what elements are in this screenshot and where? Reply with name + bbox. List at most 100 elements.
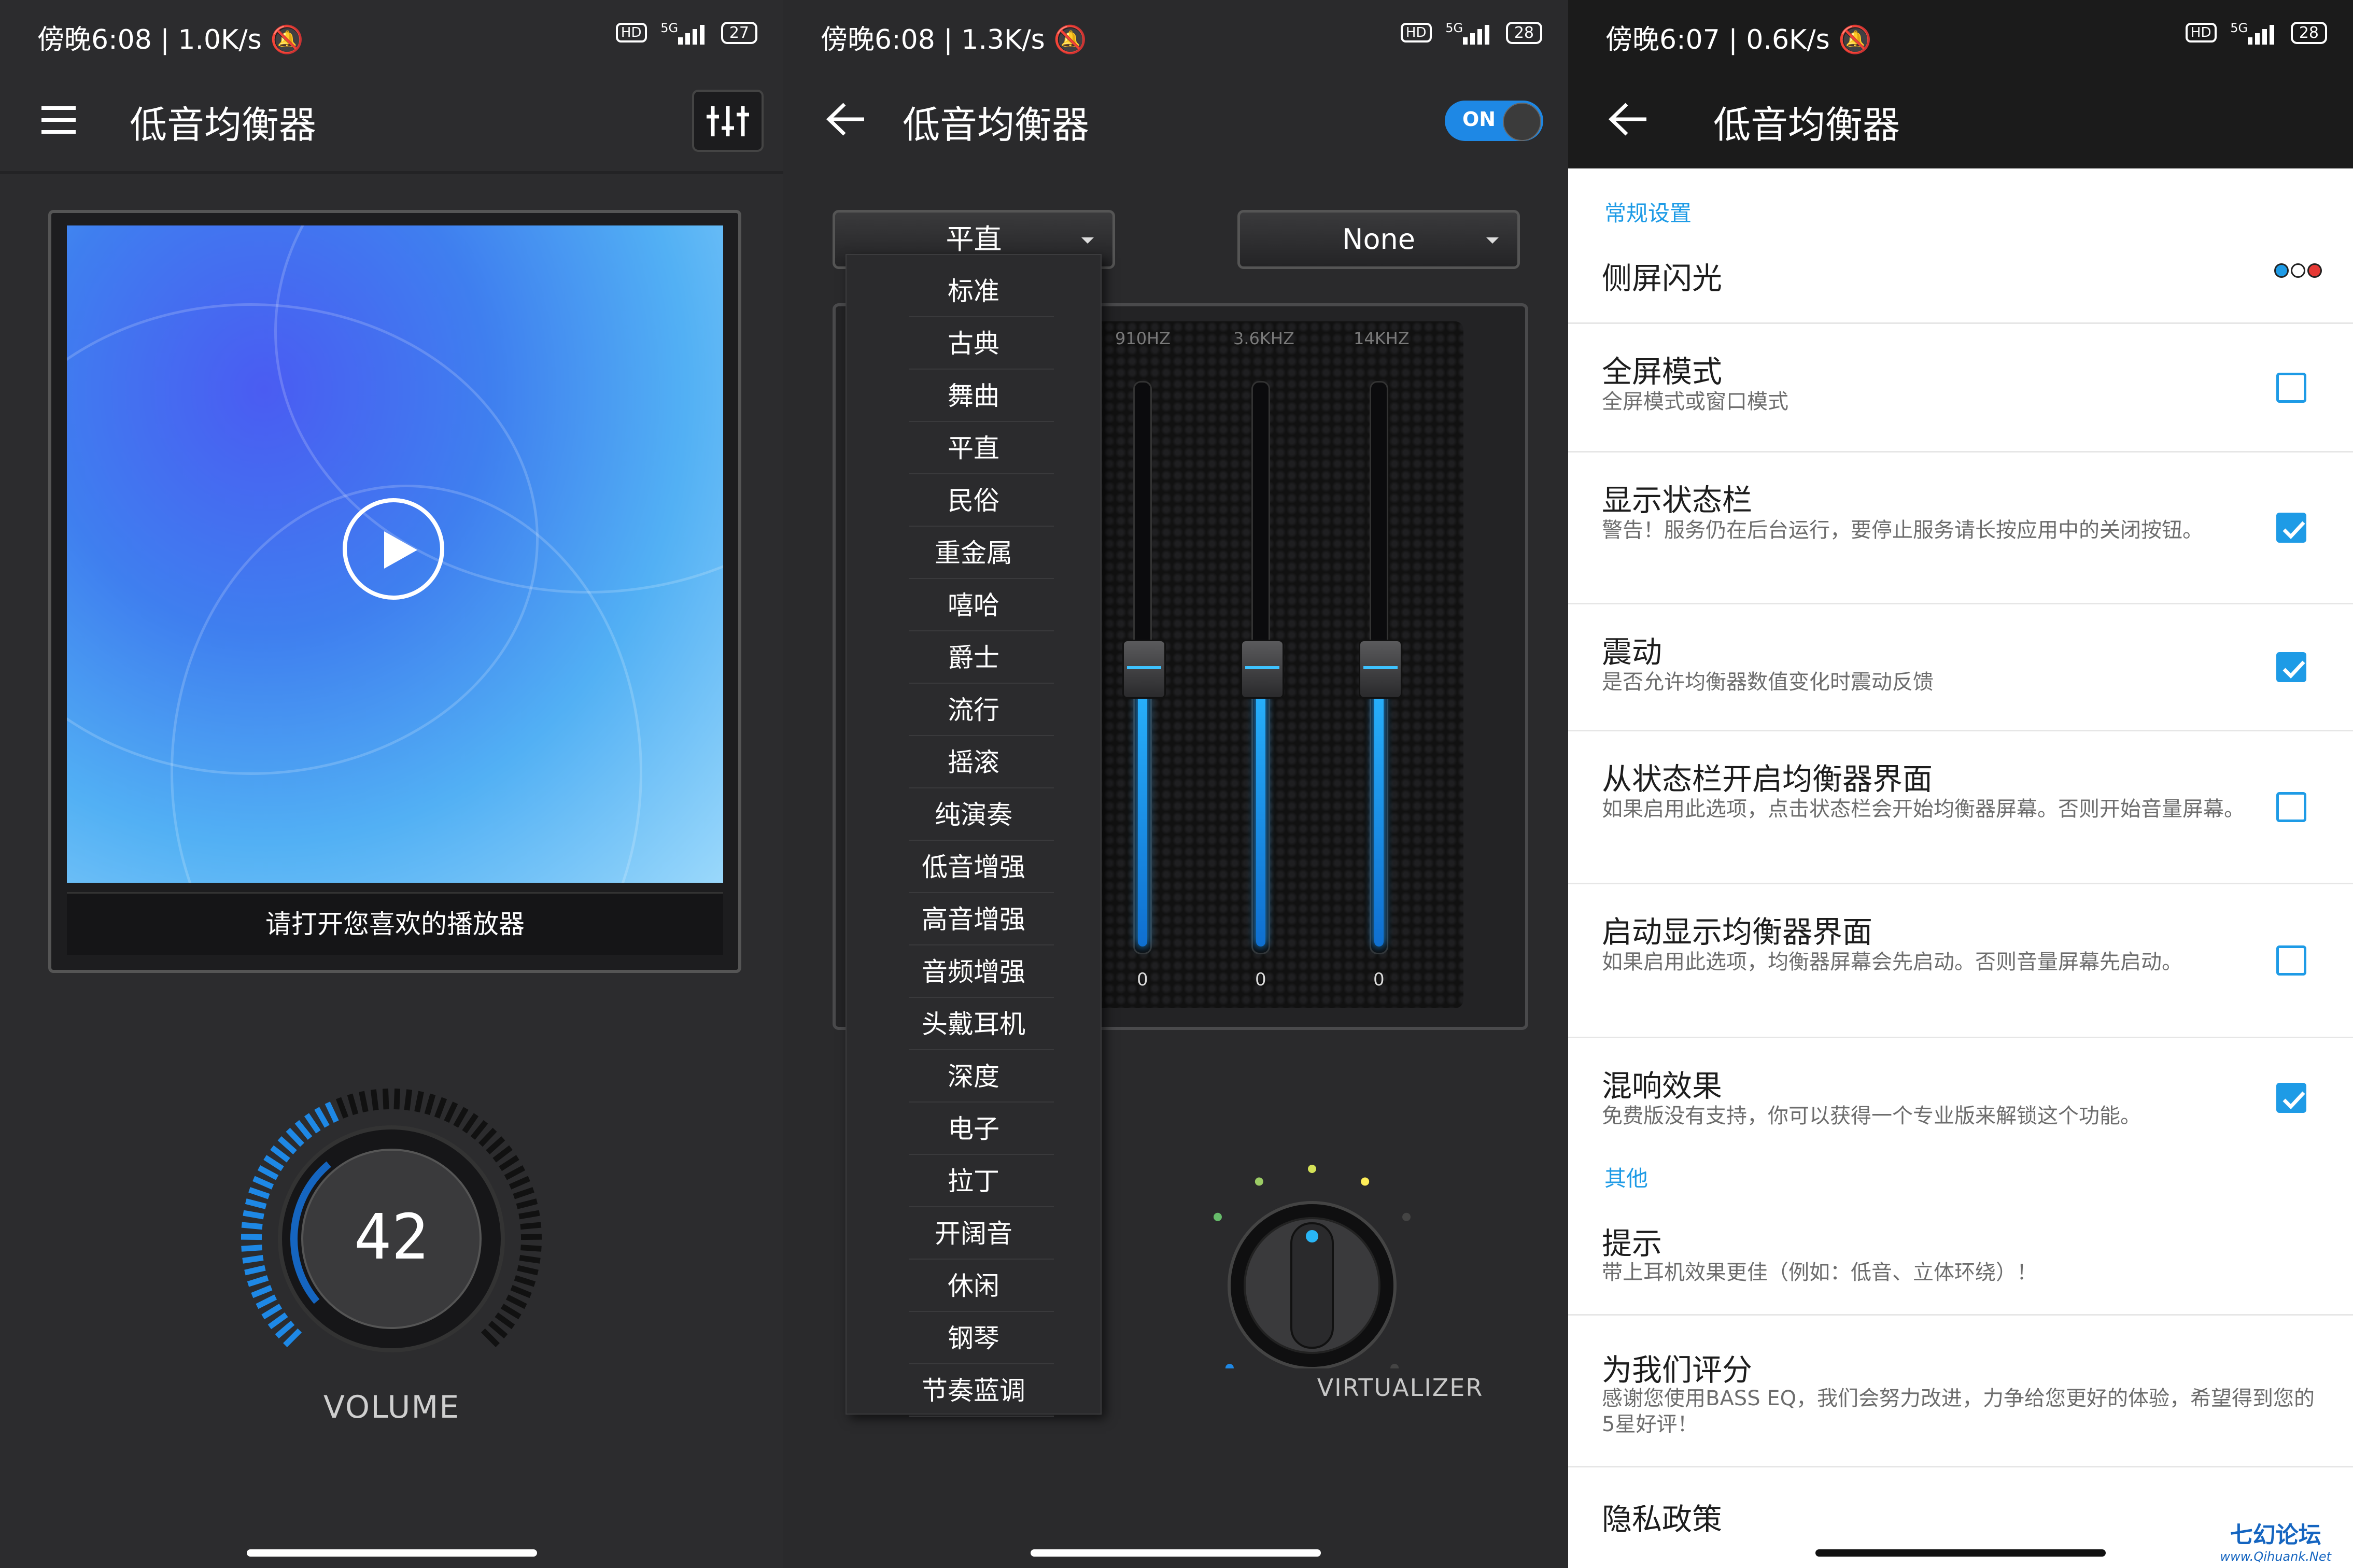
pref-checkbox[interactable] xyxy=(2276,652,2306,682)
volume-tick xyxy=(444,1101,458,1123)
status-bar: 傍晚6:08 | 1.0K/s 🔕 HD 5G 27 xyxy=(0,0,783,67)
preset-option[interactable]: 嘻哈 xyxy=(847,580,1101,631)
preset-option[interactable]: 开阔音 xyxy=(847,1208,1101,1260)
preset-option[interactable]: 标准 xyxy=(847,265,1101,317)
equalizer-button[interactable] xyxy=(692,90,764,152)
band-slider-2[interactable] xyxy=(1241,381,1284,954)
status-bar: 傍晚6:07 | 0.6K/s 🔕 HD 5G 28 xyxy=(1568,0,2353,67)
preset-option[interactable]: 爵士 xyxy=(847,632,1101,684)
preset-option[interactable]: 纯演奏 xyxy=(847,789,1101,841)
volume-tick xyxy=(294,1120,313,1140)
preset-option[interactable]: 流行 xyxy=(847,684,1101,736)
status-time: 傍晚6:07 xyxy=(1605,24,1720,55)
check-icon xyxy=(2282,1091,2305,1110)
volume-tick xyxy=(518,1210,540,1220)
pref-checkbox[interactable] xyxy=(2276,372,2306,403)
chevron-down-icon xyxy=(1486,237,1499,244)
slider-handle[interactable] xyxy=(1122,640,1166,699)
volume-tick xyxy=(241,1222,263,1230)
volume-knob[interactable]: 42 xyxy=(213,1083,570,1384)
pref-row[interactable]: 震动 是否允许均衡器数值变化时震动反馈 xyxy=(1568,604,2353,731)
volume-tick xyxy=(247,1275,269,1287)
pref-edge-light[interactable]: 侧屏闪光 xyxy=(1568,171,2353,324)
mute-icon: 🔕 xyxy=(270,24,304,55)
menu-icon[interactable] xyxy=(41,106,76,134)
pref-checkbox[interactable] xyxy=(2276,945,2306,976)
reverb-select[interactable]: None xyxy=(1237,210,1520,269)
volume-screen: 傍晚6:08 | 1.0K/s 🔕 HD 5G 27 低音均衡器 请打开您喜欢的… xyxy=(0,0,783,1568)
preset-option[interactable]: 拉丁 xyxy=(847,1155,1101,1207)
pref-row[interactable]: 混响效果 免费版没有支持，你可以获得一个专业版来解锁这个功能。 xyxy=(1568,1038,2353,1157)
pref-row[interactable]: 启动显示均衡器界面 如果启用此选项，均衡器屏幕会先启动。否则音量屏幕先启动。 xyxy=(1568,884,2353,1038)
preset-option[interactable]: 古典 xyxy=(847,318,1101,370)
volume-label: VOLUME xyxy=(323,1389,460,1425)
volume-tick xyxy=(495,1312,515,1330)
chevron-down-icon xyxy=(1081,237,1094,244)
color-dots[interactable] xyxy=(2272,263,2322,280)
pref-checkbox[interactable] xyxy=(2276,792,2306,822)
volume-tick xyxy=(277,1136,297,1154)
preset-option[interactable]: 重金属 xyxy=(847,527,1101,579)
volume-tick xyxy=(510,1285,532,1298)
back-arrow-icon[interactable] xyxy=(825,101,866,137)
band-value-2: 0 xyxy=(1255,969,1266,990)
open-player-button[interactable]: 请打开您喜欢的播放器 xyxy=(67,892,723,955)
pref-rate[interactable]: 为我们评分 感谢您使用BASS EQ，我们会努力改进，力争给您更好的体验，希望得… xyxy=(1568,1316,2353,1467)
volume-tick xyxy=(275,1320,295,1339)
virtualizer-knob[interactable] xyxy=(1208,1151,1416,1368)
virtualizer-dot xyxy=(1225,1364,1234,1368)
play-button[interactable] xyxy=(343,498,444,600)
watermark-logo: 七幻论坛 www.Qihuank.Net xyxy=(2220,1522,2331,1564)
hd-icon: HD xyxy=(1400,23,1432,43)
preset-option[interactable]: 摇滚 xyxy=(847,737,1101,788)
pref-row[interactable]: 全屏模式 全屏模式或窗口模式 xyxy=(1568,324,2353,453)
pref-row[interactable]: 显示状态栏 警告！服务仍在后台运行，要停止服务请长按应用中的关闭按钮。 xyxy=(1568,453,2353,604)
volume-tick xyxy=(434,1097,447,1119)
pref-row[interactable]: 从状态栏开启均衡器界面 如果启用此选项，点击状态栏会开始均衡器屏幕。否则开始音量屏… xyxy=(1568,731,2353,884)
virtualizer-label: VIRTUALIZER xyxy=(1317,1374,1484,1402)
status-time: 傍晚6:08 xyxy=(821,24,935,55)
volume-tick xyxy=(359,1091,369,1113)
slider-handle[interactable] xyxy=(1359,640,1402,699)
volume-tick xyxy=(245,1198,267,1209)
pref-summary: 如果启用此选项，点击状态栏会开始均衡器屏幕。否则开始音量屏幕。 xyxy=(1602,797,2245,821)
pref-tip[interactable]: 提示 带上耳机效果更佳（例如：低音、立体环绕）！ xyxy=(1568,1187,2353,1316)
pref-checkbox[interactable] xyxy=(2276,513,2306,543)
band-label-3: 14KHZ xyxy=(1354,329,1410,348)
band-slider-1[interactable] xyxy=(1122,381,1166,954)
signal-icon: 5G xyxy=(660,21,707,45)
app-bar xyxy=(1568,67,2353,168)
page-title: 低音均衡器 xyxy=(130,103,317,147)
slider-handle[interactable] xyxy=(1241,640,1284,699)
preset-option[interactable]: 休闲 xyxy=(847,1260,1101,1312)
preset-option[interactable]: 民俗 xyxy=(847,475,1101,527)
power-toggle[interactable]: ON xyxy=(1445,101,1543,141)
preset-option[interactable]: 平直 xyxy=(847,422,1101,474)
pref-title: 全屏模式 xyxy=(1602,354,1723,389)
back-arrow-icon[interactable] xyxy=(1607,101,1648,137)
preset-option[interactable]: 头戴耳机 xyxy=(847,998,1101,1050)
band-slider-3[interactable] xyxy=(1359,381,1402,954)
preset-option[interactable]: 舞曲 xyxy=(847,370,1101,422)
volume-tick xyxy=(486,1136,505,1154)
status-net-speed: 0.6K/s xyxy=(1746,24,1830,55)
preset-option[interactable]: 钢琴 xyxy=(847,1312,1101,1364)
pref-checkbox[interactable] xyxy=(2276,1083,2306,1113)
home-indicator xyxy=(1815,1549,2106,1557)
status-net-speed: 1.0K/s xyxy=(178,24,262,55)
toggle-label: ON xyxy=(1462,108,1496,131)
virtualizer-dot xyxy=(1402,1212,1411,1221)
preset-option[interactable]: 节奏蓝调 xyxy=(847,1365,1101,1417)
preset-option[interactable]: 低音增强 xyxy=(847,841,1101,893)
preset-dropdown-menu: 标准 古典 舞曲 平直 民俗 重金属 嘻哈 爵士 流行 摇滚 纯演奏 低音增强 高音增强 音频增强 头戴耳机… xyxy=(846,254,1102,1417)
preset-option[interactable]: 电子 xyxy=(847,1103,1101,1155)
volume-tick xyxy=(509,1176,530,1190)
volume-tick xyxy=(505,1294,527,1309)
volume-tick xyxy=(516,1198,538,1209)
sliders-icon xyxy=(707,106,749,136)
preset-option[interactable]: 高音增强 xyxy=(847,894,1101,945)
preset-option[interactable]: 深度 xyxy=(847,1051,1101,1103)
volume-tick xyxy=(283,1328,302,1347)
equalizer-screen: 傍晚6:08 | 1.3K/s 🔕 HD 5G 28 低音均衡器 ON 平直 N… xyxy=(783,0,1568,1568)
preset-option[interactable]: 音频增强 xyxy=(847,946,1101,998)
